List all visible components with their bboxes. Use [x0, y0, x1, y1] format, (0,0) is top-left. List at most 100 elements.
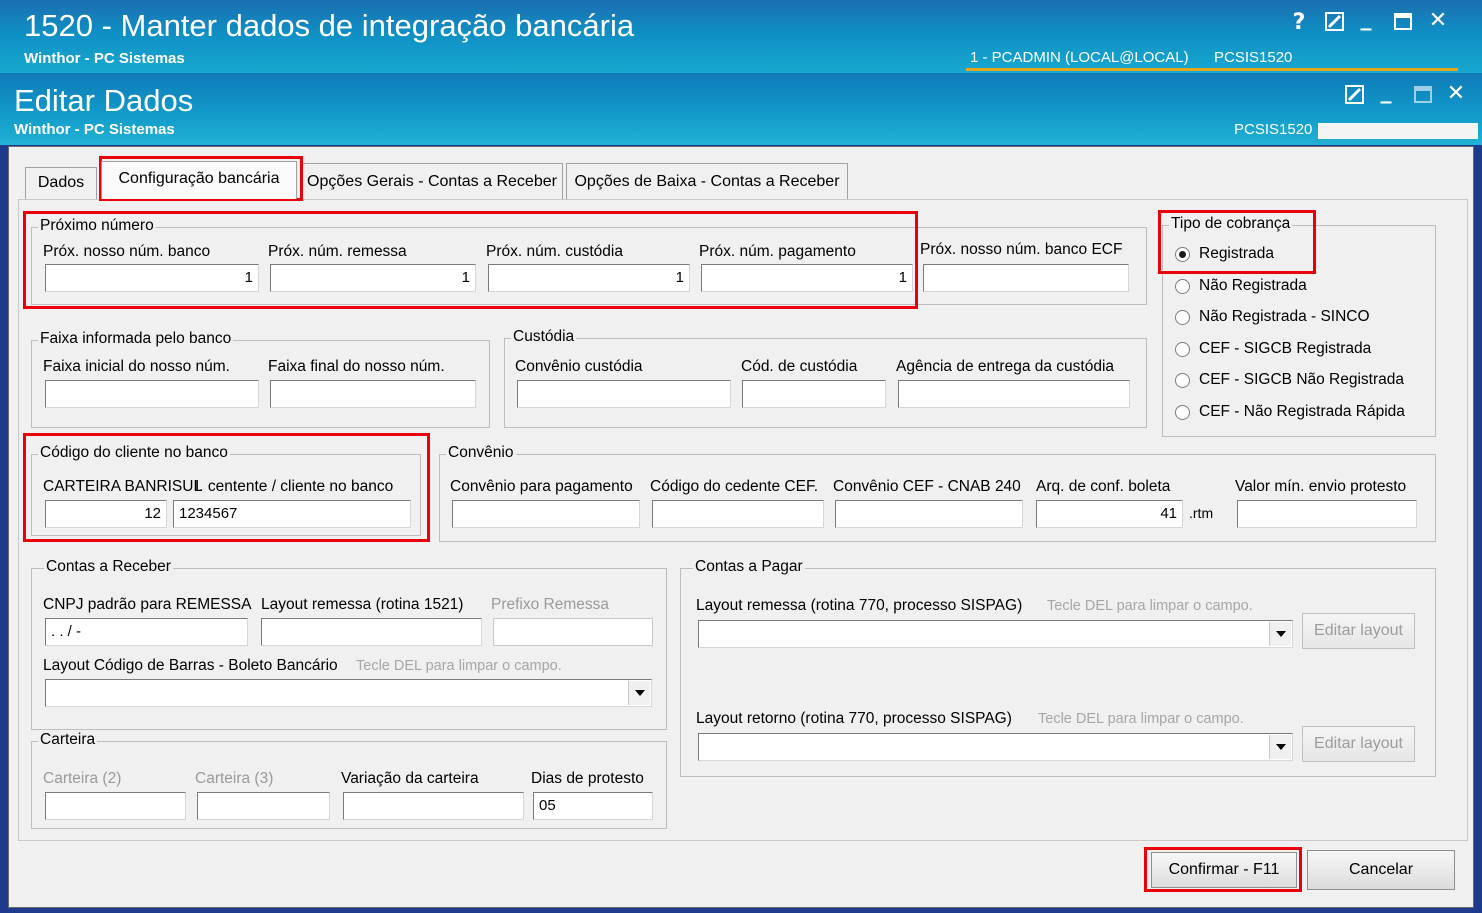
convenio-custodia-input[interactable] — [517, 380, 731, 408]
carteira3-input[interactable] — [197, 792, 330, 820]
radio-cef-nao-registrada-rapida[interactable] — [1175, 405, 1190, 420]
carteira-banrisul-label: CARTEIRA BANRISUL — [43, 478, 203, 495]
convenio-group: Convênio — [439, 444, 1436, 542]
prox-ecf-input[interactable] — [923, 264, 1129, 292]
variacao-carteira-input[interactable] — [343, 792, 524, 820]
prox-custodia-input[interactable]: 1 — [488, 264, 690, 292]
faixa-inicial-label: Faixa inicial do nosso núm. — [43, 358, 230, 375]
carteira-banrisul-input[interactable]: 12 — [45, 500, 167, 528]
agencia-custodia-input[interactable] — [898, 380, 1130, 408]
radio-cef-sigcb-registrada[interactable] — [1175, 342, 1190, 357]
prox-remessa-input[interactable]: 1 — [270, 264, 476, 292]
inner-status-field — [1318, 123, 1478, 139]
valor-protesto-input[interactable] — [1237, 500, 1417, 528]
layout-remessa-1521-input[interactable] — [261, 618, 482, 646]
faixa-final-label: Faixa final do nosso núm. — [268, 358, 445, 375]
layout-remessa-1521-label: Layout remessa (rotina 1521) — [261, 596, 464, 613]
radio-nao-registrada-sinco-label[interactable]: Não Registrada - SINCO — [1199, 308, 1370, 326]
tab-opcoes-baixa[interactable]: Opções de Baixa - Contas a Receber — [566, 163, 848, 199]
layout-remessa-770-hint: Tecle DEL para limpar o campo. — [1047, 598, 1253, 614]
dias-protesto-input[interactable]: 05 — [533, 792, 653, 820]
faixa-final-input[interactable] — [270, 380, 476, 408]
radio-nao-registrada-label[interactable]: Não Registrada — [1199, 277, 1307, 295]
cedente-cef-input[interactable] — [652, 500, 824, 528]
layout-remessa-770-label: Layout remessa (rotina 770, processo SIS… — [696, 597, 1023, 614]
prox-nosso-num-label: Próx. nosso núm. banco — [43, 243, 211, 260]
cod-custodia-input[interactable] — [742, 380, 886, 408]
outer-routine-code: PCSIS1520 — [1214, 49, 1293, 66]
custodia-title: Custódia — [511, 328, 577, 346]
outer-window-subtitle: Winthor - PC Sistemas — [24, 50, 185, 67]
faixa-inicial-input[interactable] — [45, 380, 259, 408]
radio-registrada-label[interactable]: Registrada — [1199, 245, 1274, 263]
layout-retorno-770-select[interactable] — [698, 733, 1293, 761]
user-bar-underline — [966, 68, 1458, 71]
agencia-custodia-label: Agência de entrega da custódia — [896, 358, 1115, 375]
ident-cliente-label: I. centente / cliente no banco — [195, 478, 394, 495]
prefixo-remessa-label: Prefixo Remessa — [491, 596, 610, 613]
layout-barras-label: Layout Código de Barras - Boleto Bancári… — [43, 657, 338, 674]
contas-receber-title: Contas a Receber — [44, 558, 173, 576]
confirm-button[interactable]: Confirmar - F11 — [1151, 852, 1297, 888]
radio-nao-registrada[interactable] — [1175, 279, 1190, 294]
carteira-title: Carteira — [38, 731, 98, 749]
layout-remessa-770-dropdown-button[interactable] — [1269, 622, 1291, 646]
codigo-cliente-title: Código do cliente no banco — [38, 444, 230, 462]
inner-restore-edit-button[interactable] — [1344, 85, 1366, 107]
convenio-cnab-input[interactable] — [835, 500, 1023, 528]
variacao-carteira-label: Variação da carteira — [341, 770, 479, 787]
dias-protesto-label: Dias de protesto — [531, 770, 644, 787]
contas-pagar-title: Contas a Pagar — [693, 558, 805, 576]
editar-layout-remessa-button[interactable]: Editar layout — [1302, 613, 1415, 649]
inner-maximize-button[interactable] — [1412, 85, 1434, 107]
prox-pagamento-input[interactable]: 1 — [701, 264, 913, 292]
prefixo-remessa-input[interactable] — [493, 618, 653, 646]
layout-retorno-770-dropdown-button[interactable] — [1269, 735, 1291, 759]
convenio-pagamento-input[interactable] — [452, 500, 640, 528]
arq-conf-boleta-input[interactable]: 41 — [1036, 500, 1183, 528]
inner-close-button[interactable]: ✕ — [1444, 81, 1468, 106]
radio-nao-registrada-sinco[interactable] — [1175, 310, 1190, 325]
tab-dados[interactable]: Dados — [25, 167, 97, 199]
cnpj-remessa-input[interactable]: . . / - — [45, 618, 248, 646]
inner-minimize-button[interactable]: _ — [1376, 79, 1396, 104]
editar-layout-retorno-button[interactable]: Editar layout — [1302, 726, 1415, 762]
layout-retorno-770-label: Layout retorno (rotina 770, processo SIS… — [696, 710, 1012, 727]
radio-selected-dot — [1179, 251, 1186, 258]
inner-window-title: Editar Dados — [14, 83, 194, 118]
faixa-title: Faixa informada pelo banco — [38, 330, 234, 348]
tab-configuracao-bancaria[interactable]: Configuração bancária — [101, 161, 297, 199]
help-button[interactable]: ? — [1288, 10, 1310, 35]
inner-routine-code: PCSIS1520 — [1234, 121, 1313, 138]
outer-title-bar: 1520 - Manter dados de integração bancár… — [0, 0, 1482, 73]
outer-close-button[interactable]: ✕ — [1426, 8, 1450, 33]
carteira2-input[interactable] — [45, 792, 186, 820]
carteira3-label: Carteira (3) — [195, 770, 274, 787]
radio-cef-nao-registrada-rapida-label[interactable]: CEF - Não Registrada Rápida — [1199, 403, 1405, 421]
radio-registrada[interactable] — [1175, 247, 1190, 262]
convenio-title: Convênio — [446, 444, 516, 462]
inner-title-bar: Editar Dados Winthor - PC Sistemas _ ✕ P… — [0, 73, 1482, 145]
layout-barras-hint: Tecle DEL para limpar o campo. — [356, 658, 562, 674]
chevron-down-icon — [1275, 744, 1286, 750]
pencil-box-icon — [1325, 12, 1344, 31]
radio-cef-sigcb-nao-registrada[interactable] — [1175, 373, 1190, 388]
tab-opcoes-gerais[interactable]: Opções Gerais - Contas a Receber — [301, 163, 563, 199]
outer-maximize-button[interactable] — [1392, 12, 1414, 34]
maximize-icon — [1394, 13, 1412, 30]
cod-custodia-label: Cód. de custódia — [741, 358, 858, 375]
layout-barras-select[interactable] — [45, 679, 652, 707]
convenio-cnab-label: Convênio CEF - CNAB 240 — [833, 478, 1021, 495]
radio-cef-sigcb-registrada-label[interactable]: CEF - SIGCB Registrada — [1199, 340, 1371, 358]
outer-minimize-button[interactable]: _ — [1356, 6, 1376, 31]
prox-nosso-num-input[interactable]: 1 — [45, 264, 259, 292]
arq-ext-label: .rtm — [1189, 505, 1214, 521]
layout-barras-dropdown-button[interactable] — [628, 681, 650, 705]
radio-cef-sigcb-nao-registrada-label[interactable]: CEF - SIGCB Não Registrada — [1199, 371, 1404, 389]
restore-edit-button[interactable] — [1324, 12, 1346, 34]
ident-cliente-input[interactable]: 1234567 — [173, 500, 411, 528]
tipo-cobranca-title: Tipo de cobrança — [1169, 215, 1293, 233]
chevron-down-icon — [634, 690, 645, 696]
cancel-button[interactable]: Cancelar — [1307, 850, 1455, 890]
layout-remessa-770-select[interactable] — [698, 620, 1293, 648]
